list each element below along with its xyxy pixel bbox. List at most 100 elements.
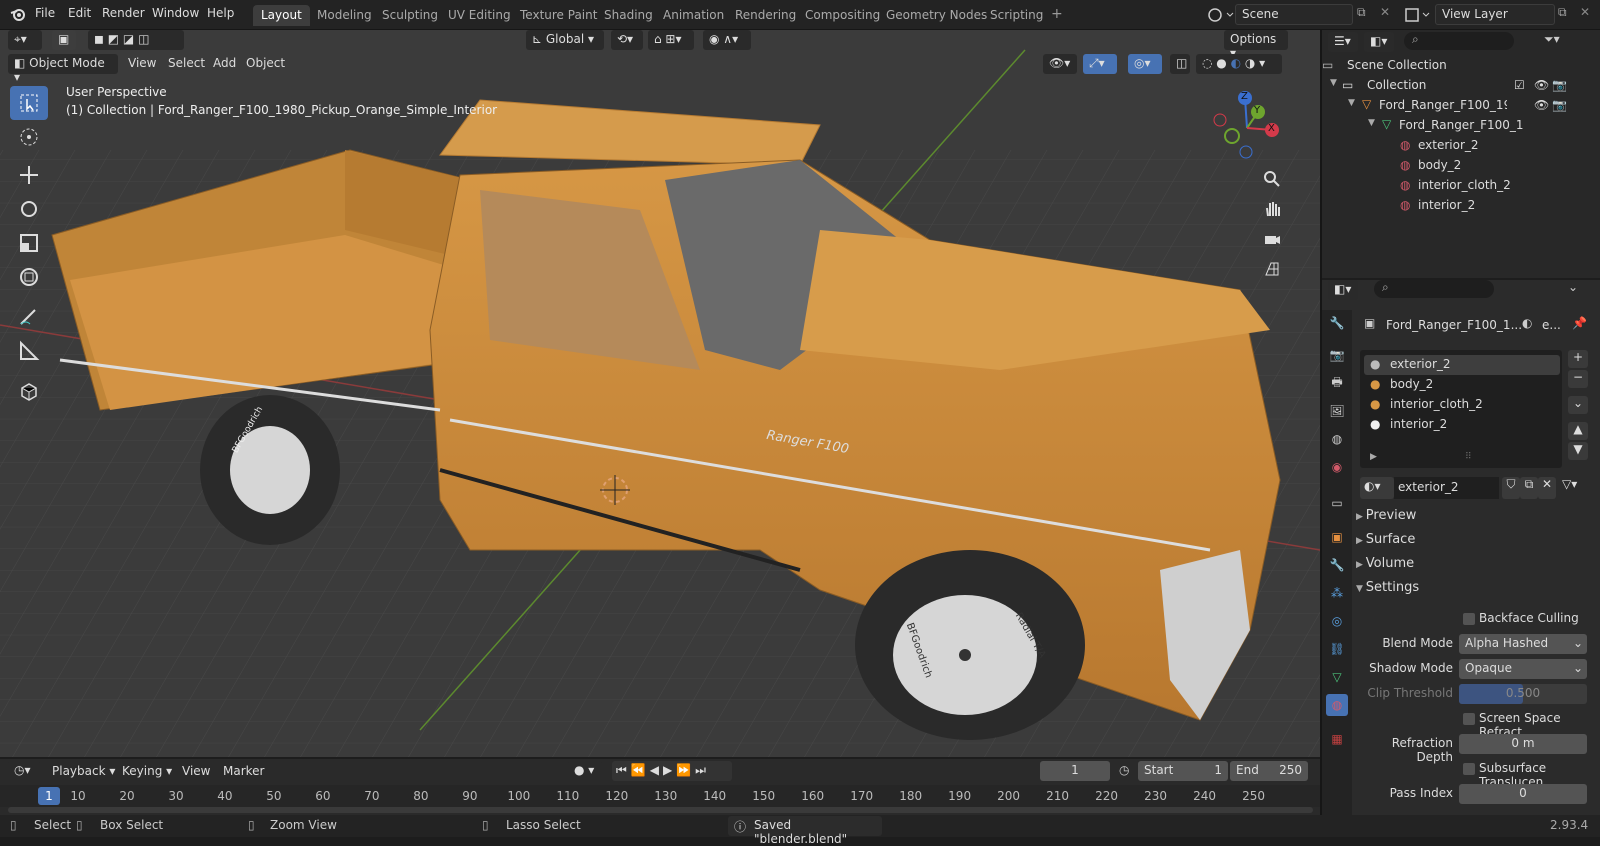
output-tab-icon[interactable]: 🖶	[1326, 372, 1348, 394]
rotate-tool-icon[interactable]	[10, 192, 48, 226]
add-slot-button[interactable]: +	[1568, 350, 1588, 368]
cursor-tool-icon[interactable]	[10, 120, 48, 154]
blend-mode-dropdown[interactable]: Alpha Hashed ⌄	[1459, 634, 1587, 654]
collapse-icon[interactable]: ⌄	[1568, 280, 1578, 294]
expand-arrow-icon[interactable]: ▼	[1368, 118, 1375, 128]
scene-copy-icon[interactable]: ⧉	[1357, 5, 1366, 20]
outliner-editor-type-icon[interactable]: ☰▾	[1328, 32, 1358, 52]
pan-hand-icon[interactable]	[1258, 195, 1286, 223]
camera-icon[interactable]: 📷	[1552, 98, 1567, 112]
tab-animation[interactable]: Animation	[655, 5, 732, 26]
data-tab-icon[interactable]: ▽	[1326, 666, 1348, 688]
shading-modes-group[interactable]: ◌ ● ◐ ◑ ▾	[1196, 54, 1282, 74]
slot-specials-button[interactable]: ⌄	[1568, 396, 1588, 414]
remove-slot-button[interactable]: −	[1568, 370, 1588, 388]
properties-editor-type-icon[interactable]: ◧▾	[1328, 280, 1358, 300]
start-frame-field[interactable]: Start 1	[1138, 761, 1228, 781]
camera-icon[interactable]: 📷	[1552, 78, 1567, 92]
tab-sculpting[interactable]: Sculpting	[374, 5, 446, 26]
material-slot[interactable]: ● body_2	[1364, 375, 1560, 395]
move-up-button[interactable]: ▲	[1568, 422, 1588, 440]
snap-icon[interactable]: ⌂ ⊞▾	[648, 30, 694, 50]
tab-layout[interactable]: Layout	[253, 5, 310, 26]
zoom-icon[interactable]	[1258, 165, 1286, 193]
menu-keying[interactable]: Keying ▾	[122, 764, 172, 778]
resize-handle-icon[interactable]: ⠿	[1465, 452, 1472, 462]
xray-icon[interactable]: ◫	[1170, 54, 1190, 74]
select-mode-icon[interactable]: ▣	[52, 30, 76, 50]
menu-playback[interactable]: Playback ▾	[52, 764, 115, 778]
menu-view[interactable]: View	[128, 56, 156, 70]
outliner-collection[interactable]: ▼ ▭ Collection ☑ 👁 📷	[1322, 76, 1600, 96]
add-cube-tool-icon[interactable]	[10, 374, 48, 408]
clock-icon[interactable]: ◷	[1119, 763, 1129, 777]
outliner-material[interactable]: ◍ interior_cloth_2	[1322, 176, 1600, 196]
proportional-edit-icon[interactable]: ◉ ∧▾	[703, 30, 751, 50]
menu-help[interactable]: Help	[207, 6, 234, 20]
scene-name-field[interactable]: Scene	[1235, 4, 1353, 25]
transform-orientation-dropdown[interactable]: ⊾ Global ▾	[526, 30, 604, 50]
playback-controls-icon[interactable]: ⏮⏪◀▶⏩⏭	[612, 761, 732, 781]
pin-icon[interactable]: 📌	[1572, 316, 1587, 330]
pass-index-field[interactable]: 0	[1459, 784, 1587, 804]
scene-selector-icon[interactable]	[1205, 5, 1235, 25]
particles-tab-icon[interactable]: ⁂	[1326, 582, 1348, 604]
exclude-checkbox-icon[interactable]: ☑	[1514, 78, 1525, 92]
move-down-button[interactable]: ▼	[1568, 442, 1588, 460]
menu-edit[interactable]: Edit	[68, 6, 91, 20]
current-frame-field[interactable]: 1	[1040, 761, 1110, 781]
duplicate-material-icon[interactable]: ⧉	[1520, 477, 1538, 499]
settings-panel-header[interactable]: ▼ Settings	[1356, 580, 1592, 602]
visibility-icon[interactable]: 👁▾	[1043, 54, 1077, 74]
select-box-tool-icon[interactable]	[10, 86, 48, 120]
camera-view-icon[interactable]	[1258, 225, 1286, 253]
options-dropdown[interactable]: Options ▾	[1224, 30, 1288, 60]
properties-search-icon[interactable]: ⌕	[1374, 280, 1494, 298]
move-tool-icon[interactable]	[10, 158, 48, 192]
menu-file[interactable]: File	[35, 6, 55, 20]
link-data-icon[interactable]: ▽▾	[1562, 477, 1592, 499]
timeline-scrollbar[interactable]	[8, 807, 1313, 813]
texture-tab-icon[interactable]: ▦	[1326, 728, 1348, 750]
physics-tab-icon[interactable]: ◎	[1326, 610, 1348, 632]
volume-panel-header[interactable]: ▶ Volume	[1356, 556, 1592, 578]
object-mode-dropdown[interactable]: ◧ Object Mode ▾	[8, 54, 118, 84]
material-slot[interactable]: ● exterior_2	[1364, 355, 1560, 375]
view-layer-tab-icon[interactable]: 🖼	[1326, 400, 1348, 422]
timeline-editor-type-icon[interactable]: ◷▾	[8, 761, 40, 781]
scene-tab-icon[interactable]: ◍	[1326, 428, 1348, 450]
browse-material-icon[interactable]: ◐▾	[1360, 477, 1394, 499]
gizmo-toggle-icon[interactable]: ⤢▾	[1083, 54, 1117, 74]
scale-tool-icon[interactable]	[10, 226, 48, 260]
blender-logo-icon[interactable]	[10, 6, 26, 22]
material-slot[interactable]: ● interior_cloth_2	[1364, 395, 1560, 415]
tab-modeling[interactable]: Modeling	[309, 5, 380, 26]
outliner-material[interactable]: ◍ exterior_2	[1322, 136, 1600, 156]
backface-culling-checkbox[interactable]	[1463, 613, 1475, 625]
shadow-mode-dropdown[interactable]: Opaque ⌄	[1459, 659, 1587, 679]
modifier-tab-icon[interactable]: 🔧	[1326, 554, 1348, 576]
ssr-checkbox[interactable]	[1463, 713, 1475, 725]
surface-panel-header[interactable]: ▶ Surface	[1356, 532, 1592, 554]
material-tab-icon[interactable]: ◍	[1326, 694, 1348, 716]
measure-tool-icon[interactable]	[10, 334, 48, 368]
object-tab-icon[interactable]: ▣	[1326, 526, 1348, 548]
outliner-material[interactable]: ◍ interior_2	[1322, 196, 1600, 216]
collection-tab-icon[interactable]: ▭	[1326, 492, 1348, 514]
transform-tool-icon[interactable]	[10, 260, 48, 294]
pivot-point-icon[interactable]: ⟲▾	[611, 30, 643, 50]
tab-scripting[interactable]: Scripting	[982, 5, 1051, 26]
menu-timeline-view[interactable]: View	[182, 764, 210, 778]
overlay-toggle-icon[interactable]: ◎▾	[1128, 54, 1162, 74]
menu-select[interactable]: Select	[168, 56, 205, 70]
view-layer-close-icon[interactable]: ✕	[1580, 5, 1590, 19]
tab-geometry-nodes[interactable]: Geometry Nodes	[878, 5, 995, 26]
unlink-material-icon[interactable]: ✕	[1538, 477, 1556, 499]
expand-arrow-icon[interactable]: ▶	[1370, 452, 1377, 462]
material-slot[interactable]: ● interior_2	[1364, 415, 1560, 435]
outliner-scene-collection[interactable]: ▭ Scene Collection	[1322, 56, 1600, 76]
menu-add[interactable]: Add	[213, 56, 236, 70]
preview-panel-header[interactable]: ▶ Preview	[1356, 508, 1592, 530]
outliner-mesh[interactable]: ▼ ▽ Ford_Ranger_F100_1	[1322, 116, 1600, 136]
tab-shading[interactable]: Shading	[596, 5, 661, 26]
